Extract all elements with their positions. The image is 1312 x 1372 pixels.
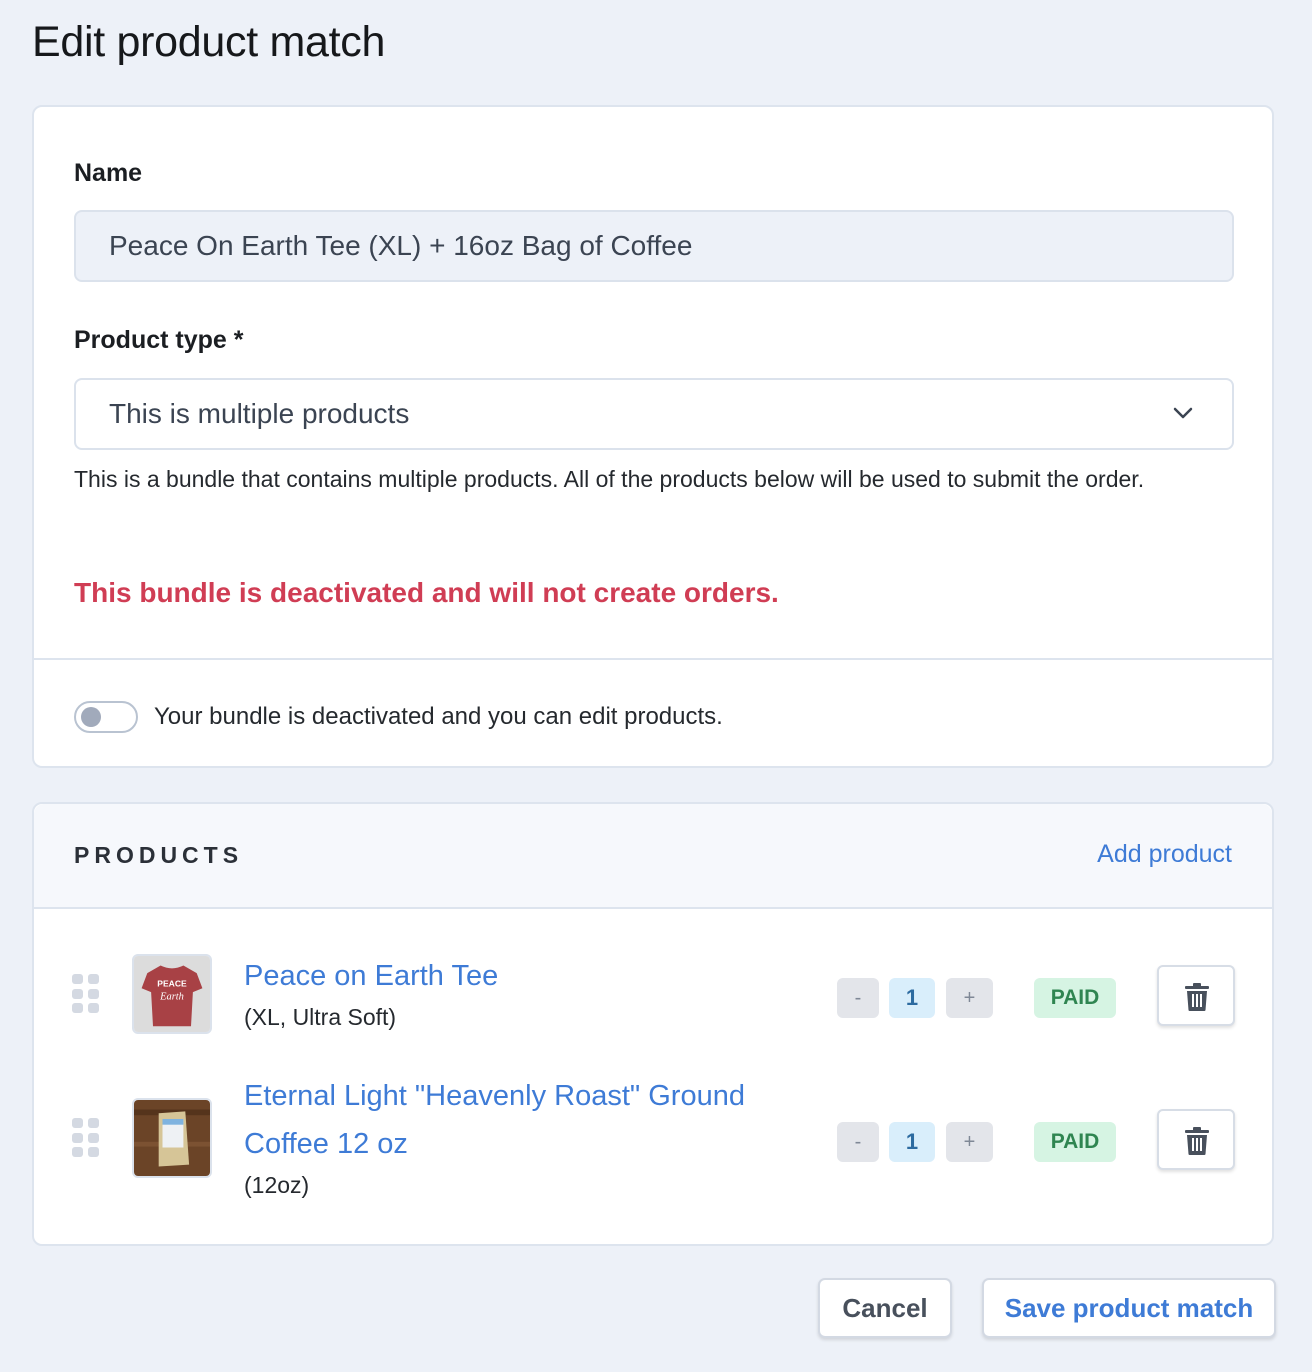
product-variant: (XL, Ultra Soft) [244, 1004, 397, 1030]
coffee-bag-image-icon [134, 1100, 210, 1176]
product-type-label: Product type * [74, 326, 244, 354]
divider [34, 658, 1272, 660]
product-match-form-card: Name Peace On Earth Tee (XL) + 16oz Bag … [32, 105, 1274, 768]
quantity-value: 1 [889, 1122, 935, 1162]
name-input[interactable]: Peace On Earth Tee (XL) + 16oz Bag of Co… [74, 210, 1234, 282]
product-name-line-2: Coffee 12 oz [244, 1128, 408, 1160]
status-badge: PAID [1034, 1122, 1116, 1162]
add-product-link[interactable]: Add product [1097, 840, 1232, 869]
product-type-select[interactable]: This is multiple products [74, 378, 1234, 450]
products-section-title: PRODUCTS [74, 842, 244, 868]
product-thumbnail-tshirt: PEACE Earth [132, 954, 212, 1034]
product-name-line-1: Eternal Light "Heavenly Roast" Ground [244, 1080, 745, 1112]
quantity-value: 1 [889, 978, 935, 1018]
page-title: Edit product match [32, 18, 386, 66]
quantity-increase-button[interactable]: + [946, 1122, 993, 1162]
product-thumbnail-coffee [132, 1098, 212, 1178]
svg-text:PEACE: PEACE [157, 978, 187, 988]
name-label: Name [74, 159, 143, 187]
save-product-match-button[interactable]: Save product match [982, 1278, 1276, 1338]
cancel-button[interactable]: Cancel [818, 1278, 952, 1338]
product-name-link[interactable]: Eternal Light "Heavenly Roast" Ground Co… [244, 1072, 745, 1168]
product-variant: (12oz) [244, 1172, 310, 1198]
trash-icon [1185, 983, 1209, 1011]
quantity-decrease-button[interactable]: - [837, 1122, 879, 1162]
status-badge: PAID [1034, 978, 1116, 1018]
products-card: PRODUCTS Add product PEACE Earth Peace o… [32, 802, 1274, 1246]
delete-product-button[interactable] [1157, 1109, 1235, 1170]
products-header: PRODUCTS Add product [34, 804, 1272, 909]
trash-icon [1185, 1127, 1209, 1155]
product-type-selected-value: This is multiple products [109, 398, 410, 429]
activate-bundle-toggle[interactable] [74, 701, 138, 733]
delete-product-button[interactable] [1157, 965, 1235, 1026]
toggle-knob [81, 707, 101, 727]
chevron-down-icon [1173, 407, 1193, 419]
quantity-decrease-button[interactable]: - [837, 978, 879, 1018]
drag-handle-icon[interactable] [72, 1118, 100, 1158]
quantity-increase-button[interactable]: + [946, 978, 993, 1018]
drag-handle-icon[interactable] [72, 974, 100, 1014]
product-name-link[interactable]: Peace on Earth Tee [244, 952, 498, 1000]
product-type-help-text: This is a bundle that contains multiple … [74, 466, 1145, 492]
toggle-label: Your bundle is deactivated and you can e… [154, 703, 723, 730]
svg-text:Earth: Earth [159, 992, 184, 1003]
tshirt-image-icon: PEACE Earth [134, 956, 210, 1032]
deactivated-warning: This bundle is deactivated and will not … [74, 577, 779, 608]
